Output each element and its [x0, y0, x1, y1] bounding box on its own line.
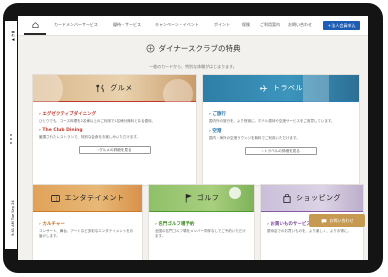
status-time: 9:41 AM	[11, 221, 15, 236]
browser-viewport: カードメンバーサービス 優待・サービス キャンペーン・イベント ポイント 保険 …	[18, 16, 368, 260]
shopping-bag-icon	[283, 193, 291, 203]
gourmet-title: グルメ	[110, 84, 133, 92]
travel-title: トラベル	[273, 84, 303, 92]
gourmet-section-text: ひとりでも、コース料理を2名様以上のご利用で1名様分無料となる優待。	[39, 119, 155, 123]
airplane-icon	[259, 84, 268, 92]
gourmet-section-heading[interactable]: › The Club Dining	[39, 128, 190, 133]
floating-contact-button[interactable]: お問い合わせ	[309, 214, 365, 227]
status-date: Tue Sep 24	[11, 200, 15, 221]
ticket-icon	[50, 194, 60, 202]
page-subtitle: 一枚のカードから、特別な体験がはじまります。	[149, 64, 237, 69]
card-entertainment: エンタテイメント › カルチャー コンサート、舞台、アートなど多彩なエンタテイメ…	[32, 184, 143, 260]
diners-logo-icon	[146, 44, 154, 53]
corporate-apply-button[interactable]: + 法人会員申込	[323, 21, 360, 30]
floating-contact-label: お問い合わせ	[329, 217, 354, 223]
nav-home[interactable]	[24, 16, 46, 35]
travel-more-button[interactable]: › トラベルの詳細を見る	[245, 147, 317, 155]
shopping-hero: ショッピング	[261, 185, 363, 211]
nav-item-contact[interactable]: お問い合わせ	[288, 22, 312, 28]
golf-section-text: 全国の名門ゴルフ場をメンバー同伴なしでご予約いただけます。	[155, 229, 246, 238]
travel-body: › ご旅行 国内外の旅行を、より快適に。ホテル優待や空港サービスをご用意していま…	[203, 102, 359, 155]
tablet-frame: ▲ ◔ ▮ 9:41 AM Tue Sep 24 カードメンバーサービス 優待・…	[3, 3, 383, 273]
entertainment-title: エンタテイメント	[64, 194, 125, 202]
golf-section-heading[interactable]: › 名門ゴルフ場予約	[155, 221, 248, 227]
shopping-section-text: 優待店でのお買いものを、より楽しく、よりお得に。	[267, 229, 351, 233]
golf-title: ゴルフ	[196, 194, 220, 202]
nav-item-member[interactable]: カードメンバーサービス	[54, 22, 98, 28]
knife-fork-icon	[96, 84, 104, 92]
multitask-handle[interactable]	[10, 134, 13, 144]
shopping-title: ショッピング	[296, 194, 341, 202]
card-golf: ゴルフ › 名門ゴルフ場予約 全国の名門ゴルフ場をメンバー同伴なしでご予約いただ…	[148, 184, 255, 260]
nav-item-campaign[interactable]: キャンペーン・イベント	[155, 22, 199, 28]
chat-icon	[321, 218, 326, 223]
nav-item-points[interactable]: ポイント	[214, 22, 230, 28]
gourmet-hero: グルメ	[33, 75, 196, 109]
card-gourmet: グルメ › エグゼクティブダイニング ひとりでも、コース料理を2名様以上のご利用…	[32, 74, 197, 186]
page-title-text: ダイナースクラブの特典	[158, 44, 241, 53]
golf-hero: ゴルフ	[149, 185, 254, 211]
corporate-apply-label: 法人会員申込	[331, 22, 356, 28]
travel-section-heading[interactable]: › ご旅行	[209, 111, 353, 117]
gourmet-more-button[interactable]: › グルメの詳細を見る	[78, 146, 151, 154]
travel-hero: トラベル	[203, 75, 359, 105]
entertainment-section-text: コンサート、舞台、アートなど多彩なエンタテイメントをお届けします。	[39, 229, 134, 238]
travel-section-heading[interactable]: › 空港	[209, 128, 353, 134]
travel-section-text: 国内・海外の空港ラウンジを無料でご利用いただけます。	[209, 136, 300, 140]
page-header: ダイナースクラブの特典 一枚のカードから、特別な体験がはじまります。	[18, 38, 368, 70]
nav-item-guide[interactable]: ご利用案内	[260, 22, 280, 28]
nav-item-insurance[interactable]: 保険	[242, 22, 250, 28]
card-travel: トラベル › ご旅行 国内外の旅行を、より快適に。ホテル優待や空港サービスをご用…	[202, 74, 360, 186]
entertainment-section-heading[interactable]: › カルチャー	[39, 221, 136, 227]
entertainment-hero: エンタテイメント	[33, 185, 142, 211]
gourmet-section-text: 厳選されたレストランで、特別な会食をお楽しみいただけます。	[39, 135, 141, 139]
nav-item-benefits[interactable]: 優待・サービス	[113, 22, 141, 28]
page-title: ダイナースクラブの特典	[146, 43, 241, 54]
status-clock: 9:41 AM Tue Sep 24	[11, 200, 15, 236]
golf-flag-icon	[185, 193, 192, 203]
gourmet-body: › エグゼクティブダイニング ひとりでも、コース料理を2名様以上のご利用で1名様…	[33, 102, 196, 154]
gourmet-section-heading[interactable]: › エグゼクティブダイニング	[39, 111, 190, 117]
entertainment-body: › カルチャー コンサート、舞台、アートなど多彩なエンタテイメントをお届けします…	[33, 212, 142, 239]
golf-body: › 名門ゴルフ場予約 全国の名門ゴルフ場をメンバー同伴なしでご予約いただけます。	[149, 212, 254, 239]
status-icons: ▲ ◔ ▮	[11, 30, 15, 41]
travel-section-text: 国内外の旅行を、より快適に。ホテル優待や空港サービスをご用意しています。	[209, 119, 335, 123]
home-icon	[32, 21, 38, 28]
top-nav: カードメンバーサービス 優待・サービス キャンペーン・イベント ポイント 保険 …	[18, 16, 368, 36]
